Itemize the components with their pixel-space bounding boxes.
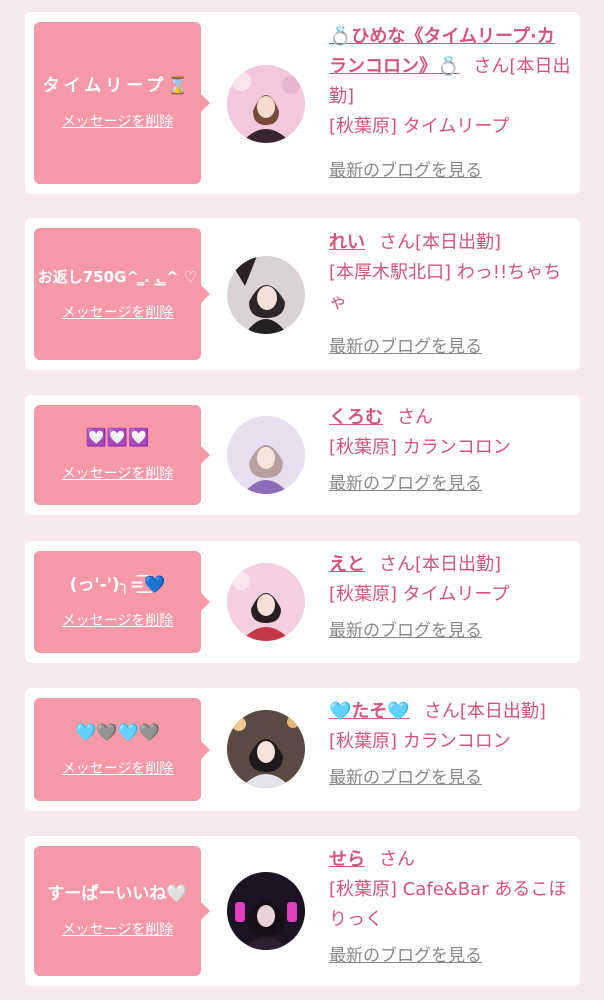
avatar[interactable] <box>227 710 305 788</box>
blog-link[interactable]: 最新のブログを見る <box>329 332 482 362</box>
honorific: さん <box>379 849 415 870</box>
message-bubble: すーぱーいいね🤍 メッセージを削除 <box>34 846 210 976</box>
sender-name-link[interactable]: 🩵たそ🩵 <box>329 701 410 722</box>
girl-photo-icon <box>227 416 305 494</box>
avatar[interactable] <box>227 872 305 950</box>
message-bubble: (っ'-')╮=͟͟͞͞💙 メッセージを削除 <box>34 551 210 653</box>
shop-location: [秋葉原] タイムリープ <box>329 584 510 605</box>
message-text: すーぱーいいね🤍 <box>47 884 188 904</box>
message-text: お返し750G^ ̳. .̫ ̳^ ♡ <box>37 268 198 286</box>
blog-link[interactable]: 最新のブログを見る <box>329 156 482 186</box>
message-info: 💍ひめな《タイムリープ·カランコロン》💍 さん[本日出勤] [秋葉原] タイムリー… <box>329 22 572 186</box>
honorific: さん <box>473 56 510 77</box>
avatar[interactable] <box>227 563 305 641</box>
message-info: くろむ さん [秋葉原] カランコロン 最新のブログを見る <box>329 403 572 499</box>
sender-name-link[interactable]: えと <box>329 554 365 575</box>
message-text: (っ'-')╮=͟͟͞͞💙 <box>69 575 166 595</box>
message-card: (っ'-')╮=͟͟͞͞💙 メッセージを削除 えと さん[本日出勤] [秋葉原] … <box>25 541 580 663</box>
avatar[interactable] <box>227 416 305 494</box>
girl-photo-icon <box>227 563 305 641</box>
message-bubble: 💟💟💟 メッセージを削除 <box>34 405 210 505</box>
message-bubble: 🩵🩶🩵🩶 メッセージを削除 <box>34 698 210 801</box>
message-list: タイムリープ⌛ メッセージを削除 💍ひめな《タイムリープ·カランコロン》💍 さん[… <box>0 0 604 1000</box>
shop-location: [秋葉原] タイムリープ <box>329 116 510 137</box>
delete-message-link[interactable]: メッセージを削除 <box>62 302 174 322</box>
delete-message-link[interactable]: メッセージを削除 <box>62 111 174 131</box>
blog-link[interactable]: 最新のブログを見る <box>329 469 482 499</box>
message-info: 🩵たそ🩵 さん[本日出勤] [秋葉原] カランコロン 最新のブログを見る <box>329 697 572 793</box>
sender-name-link[interactable]: せら <box>329 849 365 870</box>
status-badge: [本日出勤] <box>415 232 502 253</box>
message-card: お返し750G^ ̳. .̫ ̳^ ♡ メッセージを削除 れい さん[本日出勤] … <box>25 218 580 370</box>
delete-message-link[interactable]: メッセージを削除 <box>62 758 174 778</box>
message-bubble: お返し750G^ ̳. .̫ ̳^ ♡ メッセージを削除 <box>34 228 210 360</box>
honorific: さん <box>379 232 415 253</box>
message-card: 🩵🩶🩵🩶 メッセージを削除 🩵たそ🩵 さん[本日出勤] [秋葉原] カランコロン … <box>25 688 580 811</box>
blog-link[interactable]: 最新のブログを見る <box>329 763 482 793</box>
blog-link[interactable]: 最新のブログを見る <box>329 941 482 971</box>
message-text: タイムリープ⌛ <box>42 76 193 96</box>
message-text: 🩵🩶🩵🩶 <box>75 722 160 743</box>
shop-location: [本厚木駅北口] わっ!!ちゃちゃ <box>329 262 562 313</box>
avatar[interactable] <box>227 65 305 143</box>
girl-photo-icon <box>227 65 305 143</box>
sender-name-link[interactable]: くろむ <box>329 407 383 428</box>
shop-location: [秋葉原] カランコロン <box>329 731 511 752</box>
delete-message-link[interactable]: メッセージを削除 <box>62 919 174 939</box>
girl-photo-icon <box>227 710 305 788</box>
delete-message-link[interactable]: メッセージを削除 <box>62 463 174 483</box>
status-badge: [本日出勤] <box>459 701 546 722</box>
girl-photo-icon <box>227 872 305 950</box>
message-card: すーぱーいいね🤍 メッセージを削除 せら さん [秋葉原] Cafe&Bar ある… <box>25 836 580 986</box>
status-badge: [本日出勤] <box>415 554 502 575</box>
message-card: 💟💟💟 メッセージを削除 くろむ さん [秋葉原] カランコロン 最新のブログを見… <box>25 395 580 515</box>
message-card: タイムリープ⌛ メッセージを削除 💍ひめな《タイムリープ·カランコロン》💍 さん[… <box>25 12 580 194</box>
honorific: さん <box>379 554 415 575</box>
avatar[interactable] <box>227 256 305 334</box>
honorific: さん <box>397 407 433 428</box>
message-info: せら さん [秋葉原] Cafe&Bar あるこほりっく 最新のブログを見る <box>329 845 572 971</box>
honorific: さん <box>423 701 460 722</box>
sender-name-link[interactable]: れい <box>329 232 365 253</box>
message-info: えと さん[本日出勤] [秋葉原] タイムリープ 最新のブログを見る <box>329 550 572 646</box>
delete-message-link[interactable]: メッセージを削除 <box>62 610 174 630</box>
blog-link[interactable]: 最新のブログを見る <box>329 616 482 646</box>
shop-location: [秋葉原] カランコロン <box>329 437 511 458</box>
message-info: れい さん[本日出勤] [本厚木駅北口] わっ!!ちゃちゃ 最新のブログを見る <box>329 228 572 362</box>
message-bubble: タイムリープ⌛ メッセージを削除 <box>34 22 210 184</box>
girl-photo-icon <box>227 256 305 334</box>
shop-location: [秋葉原] Cafe&Bar あるこほりっく <box>329 879 567 930</box>
message-text: 💟💟💟 <box>85 428 150 448</box>
